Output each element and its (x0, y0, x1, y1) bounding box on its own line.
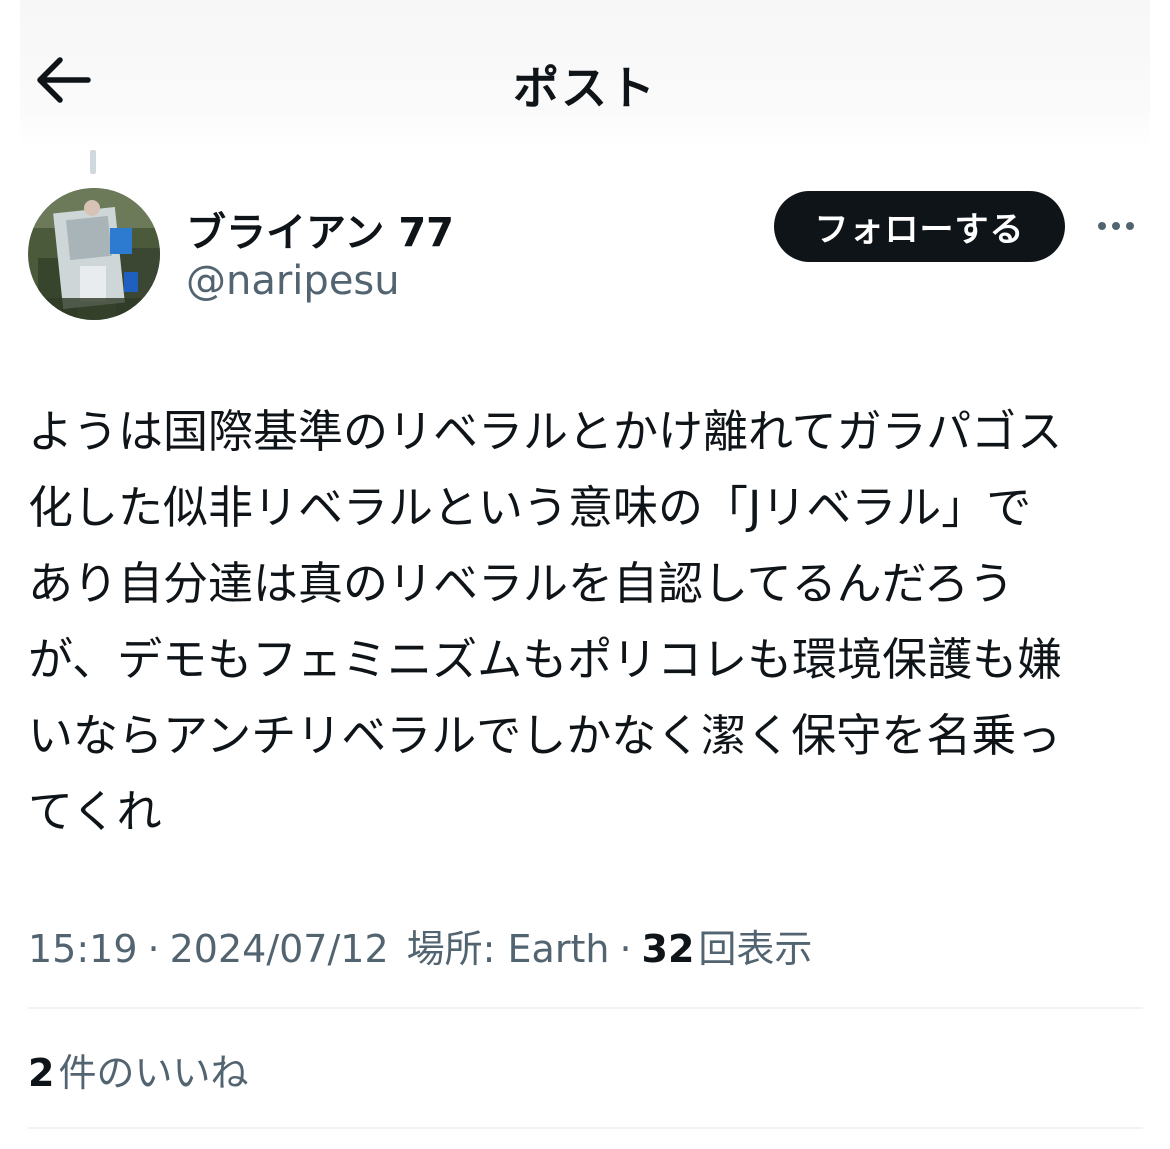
thread-connector-line (90, 150, 96, 174)
post-text-line: が、デモもフェミニズムもポリコレも環境保護も嫌 (28, 633, 1063, 686)
likes-link[interactable]: 2 件のいいね (28, 1042, 248, 1097)
top-bar: ポスト (20, 0, 1150, 150)
meta-separator: · (619, 927, 632, 971)
likes-label: 件のいいね (58, 1051, 249, 1095)
author-handle[interactable]: @naripesu (186, 258, 400, 304)
meta-separator: · (147, 927, 160, 971)
ellipsis-icon (1112, 222, 1120, 230)
post-text-line: ようは国際基準のリベラルとかけ離れてガラパゴス (28, 405, 1063, 458)
profile-photo (28, 188, 160, 320)
likes-count: 2 (28, 1051, 55, 1095)
author-display-name[interactable]: ブライアン 77 (186, 200, 454, 258)
views-count[interactable]: 32 (642, 927, 695, 971)
divider (28, 1127, 1143, 1129)
views-label: 回表示 (698, 927, 813, 971)
post-text-line: いならアンチリベラルでしかなく潔く保守を名乗っ (28, 709, 1062, 762)
ellipsis-icon (1098, 222, 1106, 230)
avatar[interactable] (28, 188, 160, 320)
post-text-line: 化した似非リベラルという意味の「Jリベラル」で (28, 481, 1032, 534)
post-text: ようは国際基準のリベラルとかけ離れてガラパゴス 化した似非リベラルという意味の「… (28, 394, 1138, 850)
page-title: ポスト (513, 61, 657, 115)
more-options-button[interactable] (1088, 206, 1144, 246)
follow-button[interactable]: フォローする (774, 191, 1065, 262)
post-time[interactable]: 15:19 (28, 927, 138, 971)
post-text-line: あり自分達は真のリベラルを自認してるんだろう (28, 557, 1014, 610)
ellipsis-icon (1126, 222, 1134, 230)
post-metadata: 15:19 · 2024/07/12 場所: Earth · 32 回表示 (28, 918, 812, 973)
post-location: 場所: Earth (406, 927, 610, 971)
divider (28, 1007, 1143, 1009)
post-text-line: てくれ (28, 785, 162, 838)
post-date[interactable]: 2024/07/12 (170, 927, 389, 971)
